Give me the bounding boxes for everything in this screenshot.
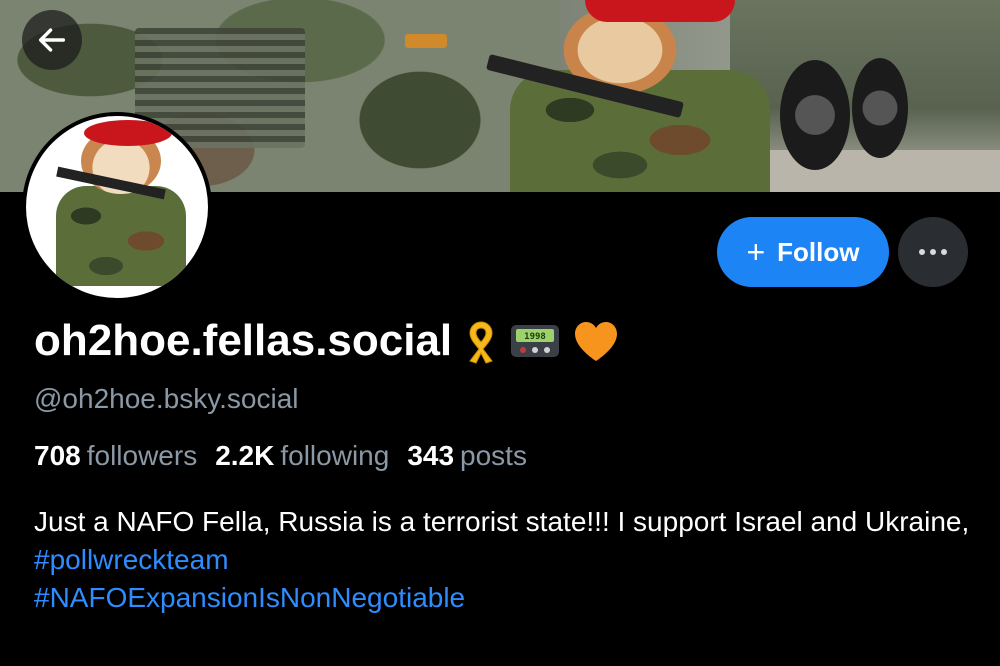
avatar-image bbox=[26, 116, 208, 298]
follow-button[interactable]: + Follow bbox=[717, 217, 889, 287]
handle: @oh2hoe.bsky.social bbox=[34, 383, 299, 414]
more-options-button[interactable] bbox=[898, 217, 968, 287]
hashtag-link[interactable]: #NAFOExpansionIsNonNegotiable bbox=[34, 579, 974, 617]
profile-stats: 708 followers 2.2K following 343 posts bbox=[34, 440, 527, 472]
banner-wheel bbox=[852, 58, 908, 158]
display-name: oh2hoe.fellas.social bbox=[34, 316, 453, 365]
followers-stat[interactable]: 708 followers bbox=[34, 440, 197, 472]
avatar-fella-beret bbox=[84, 120, 172, 146]
arrow-left-icon bbox=[38, 28, 66, 52]
posts-stat: 343 posts bbox=[407, 440, 527, 472]
bio-text: Just a NAFO Fella, Russia is a terrorist… bbox=[34, 506, 970, 537]
profile-bio: Just a NAFO Fella, Russia is a terrorist… bbox=[34, 503, 974, 617]
posts-label: posts bbox=[460, 440, 527, 471]
plus-icon: + bbox=[746, 234, 766, 270]
orange-heart-icon bbox=[572, 319, 620, 363]
follow-button-label: Follow bbox=[777, 236, 860, 267]
following-label: following bbox=[280, 440, 390, 471]
yellow-ribbon-icon bbox=[464, 318, 498, 364]
hashtag-link[interactable]: #pollwreckteam bbox=[34, 541, 974, 579]
pager-icon: 1998 bbox=[510, 324, 560, 358]
svg-text:1998: 1998 bbox=[524, 332, 546, 342]
followers-count: 708 bbox=[34, 440, 81, 471]
banner-truck-lamp bbox=[405, 34, 447, 48]
back-button[interactable] bbox=[22, 10, 82, 70]
followers-label: followers bbox=[86, 440, 198, 471]
following-stat[interactable]: 2.2K following bbox=[215, 440, 389, 472]
following-count: 2.2K bbox=[215, 440, 275, 471]
avatar[interactable] bbox=[22, 112, 212, 302]
posts-count: 343 bbox=[407, 440, 455, 471]
avatar-fella-body bbox=[56, 186, 186, 286]
display-name-row: oh2hoe.fellas.social 1998 bbox=[34, 316, 620, 366]
banner-fella-beret bbox=[585, 0, 735, 22]
ellipsis-icon bbox=[919, 249, 947, 255]
banner-wheel bbox=[780, 60, 850, 170]
